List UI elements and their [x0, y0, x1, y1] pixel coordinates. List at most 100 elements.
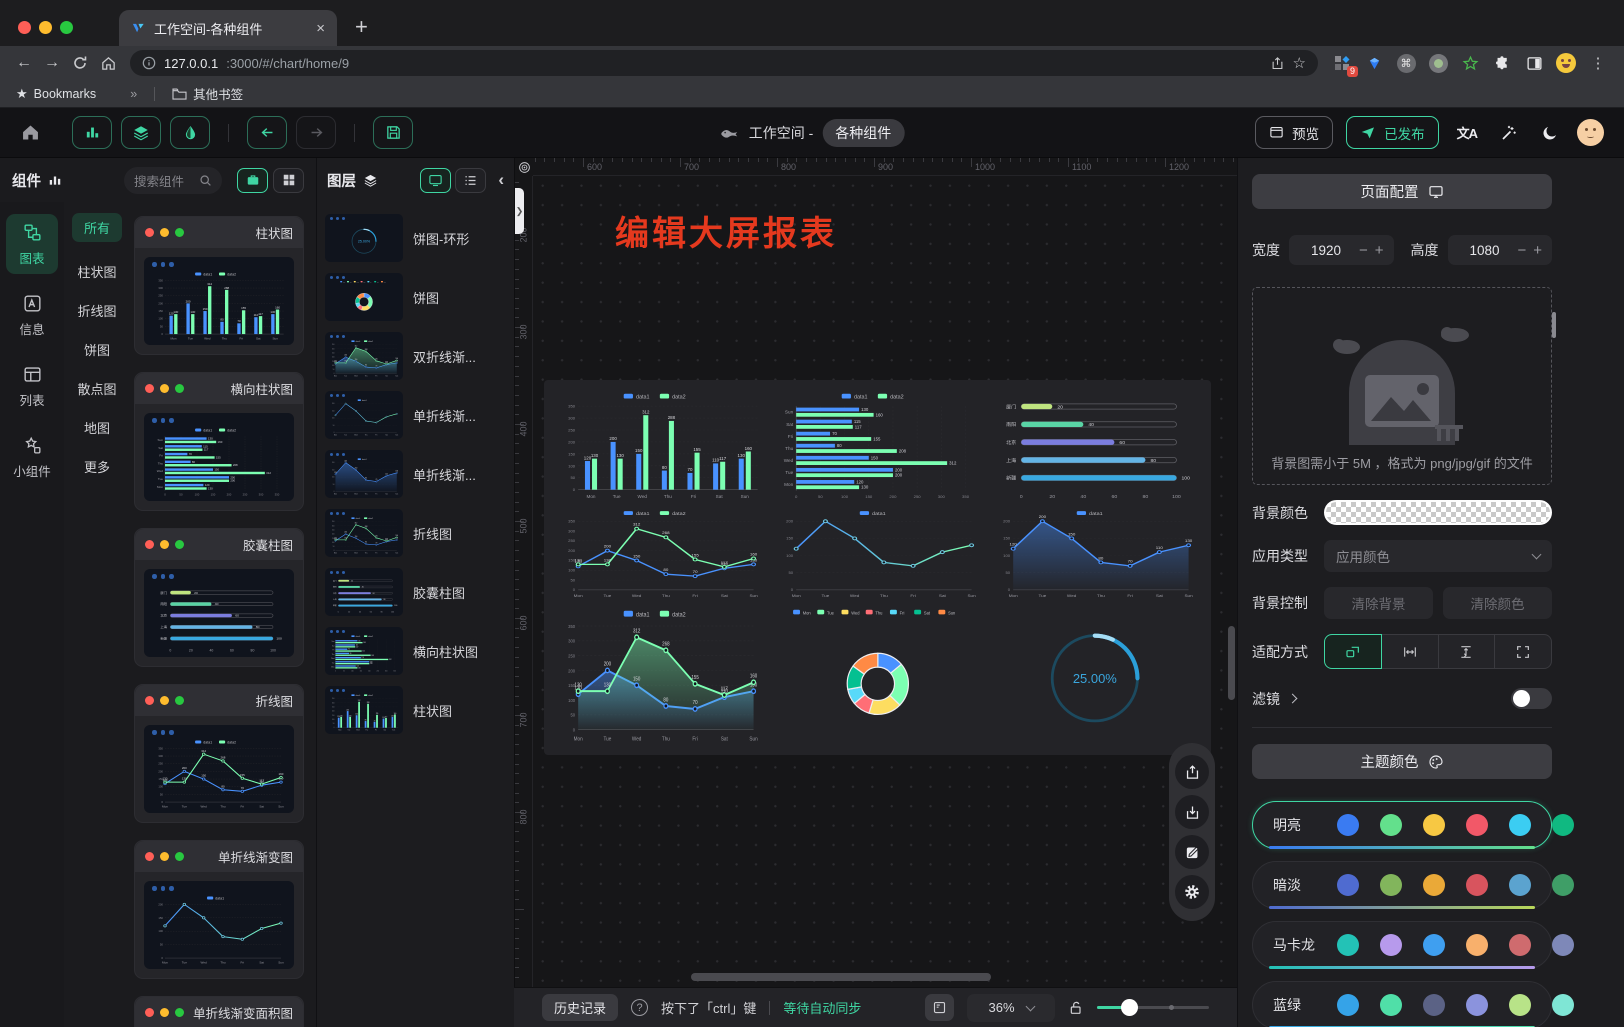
- filter-toggle[interactable]: [1511, 688, 1552, 709]
- new-tab-button[interactable]: +: [355, 16, 368, 38]
- rail-tab-0[interactable]: 图表: [6, 214, 58, 274]
- category-item[interactable]: 更多: [84, 457, 110, 476]
- zoom-select[interactable]: 36%: [967, 994, 1055, 1022]
- layer-item[interactable]: data1050100150200MonTueWedThuFriSatSun 单…: [325, 391, 506, 439]
- theme-color-dot[interactable]: [1380, 994, 1402, 1016]
- chart-gradient-area-line[interactable]: data1050100150200MonTueWedThuFriSatSun12…: [989, 508, 1201, 600]
- layer-item[interactable]: data1data2050100150200250300350Mon120130…: [325, 686, 506, 734]
- layer-view-thumbnail-button[interactable]: [420, 168, 451, 193]
- collapse-panel-icon[interactable]: ‹: [498, 170, 504, 190]
- theme-color-dot[interactable]: [1552, 814, 1574, 836]
- dashboard-title-text[interactable]: 编辑大屏报表: [615, 206, 837, 255]
- site-info-icon[interactable]: [142, 56, 156, 70]
- view-toggle-components[interactable]: [237, 168, 268, 193]
- theme-color-dot[interactable]: [1423, 874, 1445, 896]
- component-card[interactable]: 单折线渐变面积图 data1050100150200MonTueWedThuFr…: [134, 996, 304, 1027]
- component-card[interactable]: 柱状图 data1data2050100150200250300350Mon12…: [134, 216, 304, 355]
- apply-type-select[interactable]: 应用颜色: [1324, 540, 1552, 572]
- chart-progress-ring[interactable]: 25.00%: [989, 606, 1201, 745]
- slider-knob[interactable]: [1121, 999, 1138, 1016]
- background-upload-dropzone[interactable]: 背景图需小于 5M ，格式为 png/jpg/gif 的文件: [1252, 287, 1552, 485]
- view-toggle-grid[interactable]: [273, 168, 304, 193]
- increase-icon[interactable]: +: [1533, 242, 1542, 259]
- layer-item[interactable]: data1data2050100150200250300350MonTueWed…: [325, 332, 506, 380]
- dashboard-panel[interactable]: data1data2050100150200250300350Mon120130…: [544, 380, 1211, 755]
- clear-color-button[interactable]: 清除颜色: [1443, 587, 1552, 619]
- theme-color-dot[interactable]: [1466, 814, 1488, 836]
- theme-color-dot[interactable]: [1552, 874, 1574, 896]
- window-minimize-button[interactable]: [39, 21, 52, 34]
- panel-layout-button[interactable]: [925, 994, 954, 1021]
- theme-color-dot[interactable]: [1423, 934, 1445, 956]
- bookmark-star-icon[interactable]: ☆: [1293, 54, 1306, 72]
- theme-color-dot[interactable]: [1337, 934, 1359, 956]
- theme-color-dot[interactable]: [1466, 994, 1488, 1016]
- save-button[interactable]: [373, 116, 413, 149]
- component-card[interactable]: 单折线渐变图 data1050100150200MonTueWedThuFriS…: [134, 840, 304, 979]
- component-card[interactable]: 横向柱状图 data1data2050100150200250300350Mon…: [134, 372, 304, 511]
- theme-color-dot[interactable]: [1423, 994, 1445, 1016]
- window-close-button[interactable]: [18, 21, 31, 34]
- address-bar[interactable]: 127.0.0.1:3000/#/chart/home/9 ☆: [130, 50, 1318, 76]
- theme-color-dot[interactable]: [1380, 874, 1402, 896]
- publish-button[interactable]: 已发布: [1346, 116, 1439, 149]
- theme-color-dot[interactable]: [1423, 814, 1445, 836]
- chart-pie-donut[interactable]: MonTueWedThuFriSatSun: [772, 606, 984, 745]
- window-zoom-button[interactable]: [60, 21, 73, 34]
- fit-stretch-button[interactable]: [1494, 634, 1552, 669]
- category-item[interactable]: 折线图: [77, 301, 116, 320]
- browser-tab[interactable]: 工作空间-各种组件 ×: [119, 10, 337, 46]
- theme-color-dot[interactable]: [1337, 874, 1359, 896]
- theme-color-dot[interactable]: [1552, 994, 1574, 1016]
- history-button[interactable]: 历史记录: [542, 994, 618, 1021]
- category-item[interactable]: 地图: [84, 418, 110, 437]
- layer-item[interactable]: data1data2050100150200250300350MonTueWed…: [325, 509, 506, 557]
- theme-row[interactable]: 蓝绿: [1252, 981, 1552, 1027]
- share-icon[interactable]: [1270, 56, 1285, 71]
- layer-item[interactable]: data1050100150200MonTueWedThuFriSatSun12…: [325, 450, 506, 498]
- theme-color-dot[interactable]: [1337, 814, 1359, 836]
- rail-tab-3[interactable]: 小组件: [6, 427, 58, 487]
- chevron-right-icon[interactable]: [1288, 694, 1298, 704]
- undo-button[interactable]: [247, 116, 287, 149]
- extensions-puzzle-icon[interactable]: [1492, 53, 1512, 73]
- user-avatar[interactable]: [1577, 119, 1604, 146]
- back-button[interactable]: ←: [10, 54, 38, 72]
- layers-panel-button[interactable]: [121, 116, 161, 149]
- page-config-header[interactable]: 页面配置: [1252, 174, 1552, 209]
- forward-button[interactable]: →: [38, 54, 66, 72]
- dark-mode-moon-icon[interactable]: [1541, 124, 1559, 142]
- tab-close-icon[interactable]: ×: [316, 20, 325, 37]
- chart-gradient-line[interactable]: data1050100150200MonTueWedThuFriSatSun: [772, 508, 984, 600]
- height-stepper[interactable]: 1080−+: [1448, 235, 1553, 265]
- decrease-icon[interactable]: −: [1359, 242, 1368, 259]
- rail-tab-2[interactable]: 列表: [6, 356, 58, 416]
- ruler-eye-icon[interactable]: [515, 158, 533, 176]
- theme-row[interactable]: 马卡龙: [1252, 921, 1552, 969]
- chart-dual-area-line[interactable]: data1data2050100150200250300350MonTueWed…: [554, 606, 766, 745]
- layer-item[interactable]: MonTueWedThuFriSatSun 饼图: [325, 273, 506, 321]
- fit-height-button[interactable]: [1438, 634, 1496, 669]
- category-item[interactable]: 所有: [72, 213, 122, 242]
- browser-menu-icon[interactable]: ⋮: [1588, 53, 1608, 73]
- extension-grid-icon[interactable]: 9: [1332, 53, 1352, 73]
- other-bookmarks[interactable]: 其他书签: [172, 84, 243, 103]
- preview-button[interactable]: 预览: [1255, 116, 1333, 149]
- bg-color-swatch[interactable]: [1324, 500, 1552, 525]
- theme-color-dot[interactable]: [1337, 994, 1359, 1016]
- panel-collapse-handle[interactable]: ❯: [515, 188, 524, 234]
- import-button[interactable]: [1175, 795, 1209, 829]
- horizontal-scrollbar[interactable]: [691, 973, 991, 981]
- vertical-scrollbar[interactable]: [1228, 626, 1235, 700]
- charts-panel-button[interactable]: [72, 116, 112, 149]
- increase-icon[interactable]: +: [1375, 242, 1384, 259]
- theme-color-dot[interactable]: [1380, 934, 1402, 956]
- category-item[interactable]: 饼图: [84, 340, 110, 359]
- fit-scale-button[interactable]: [1324, 634, 1382, 669]
- chart-capsule[interactable]: 厦门20南阳40北京60上海80新疆100020406080100: [989, 390, 1201, 502]
- language-icon[interactable]: 文A: [1457, 123, 1477, 142]
- extension-command-icon[interactable]: ⌘: [1396, 53, 1416, 73]
- theme-color-dot[interactable]: [1466, 874, 1488, 896]
- theme-color-dot[interactable]: [1509, 994, 1531, 1016]
- redo-button[interactable]: [296, 116, 336, 149]
